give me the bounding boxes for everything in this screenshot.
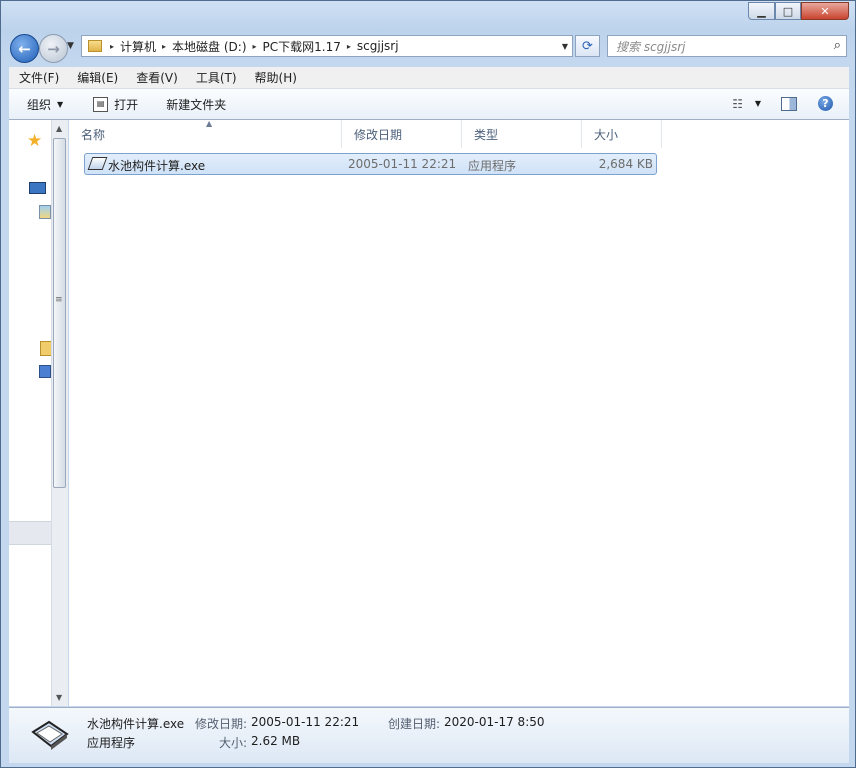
network-icon[interactable] — [39, 365, 51, 378]
change-view-icon[interactable]: ☷ — [732, 97, 743, 111]
favorites-star-icon[interactable]: ★ — [27, 131, 42, 151]
search-placeholder: 搜索 scgjjsrj — [616, 39, 686, 54]
new-folder-button[interactable]: 新建文件夹 — [166, 96, 226, 113]
menu-edit[interactable]: 编辑(E) — [67, 69, 126, 86]
breadcrumb-computer[interactable]: 计算机 — [114, 38, 162, 55]
file-type: 应用程序 — [468, 159, 517, 173]
back-button[interactable]: ← — [10, 34, 39, 63]
arrow-left-icon: ← — [18, 39, 31, 58]
refresh-button[interactable]: ⟳ — [575, 35, 600, 57]
details-pane: 水池构件计算.exe 应用程序 修改日期: 2005-01-11 22:21 大… — [9, 707, 849, 763]
menu-file[interactable]: 文件(F) — [9, 69, 67, 86]
address-dropdown-icon[interactable]: ▼ — [562, 42, 568, 51]
open-label: 打开 — [114, 97, 139, 112]
open-icon: ▤ — [93, 96, 109, 112]
details-modified-label: 修改日期: — [195, 717, 248, 731]
menu-bar: 文件(F) 编辑(E) 查看(V) 工具(T) 帮助(H) — [9, 67, 849, 89]
libraries-icon[interactable] — [39, 205, 51, 219]
column-header-size[interactable]: 大小 — [582, 120, 662, 148]
column-header-modified[interactable]: 修改日期 — [342, 120, 462, 148]
details-file-name: 水池构件计算.exe — [87, 717, 185, 731]
chevron-down-icon: ▼ — [57, 99, 64, 109]
breadcrumb-current-folder[interactable]: scgjjsrj — [351, 39, 405, 53]
details-created-label: 创建日期: — [388, 717, 441, 731]
search-input[interactable]: 搜索 scgjjsrj ⌕ — [607, 35, 847, 57]
details-modified-value: 2005-01-11 22:21 — [251, 715, 360, 729]
preview-pane-icon[interactable] — [781, 97, 797, 111]
scroll-thumb[interactable] — [53, 138, 66, 488]
command-bar: 组织 ▼ ▤ 打开 新建文件夹 ☷ ▼ ? — [9, 89, 849, 120]
application-large-icon — [31, 720, 69, 750]
file-name: 水池构件计算.exe — [108, 159, 206, 173]
file-modified: 2005-01-11 22:21 — [348, 157, 457, 171]
close-button[interactable]: ✕ — [801, 2, 849, 20]
menu-view[interactable]: 查看(V) — [126, 69, 186, 86]
file-row[interactable]: 水池构件计算.exe 2005-01-11 22:21 应用程序 2,684 K… — [84, 153, 657, 175]
forward-button[interactable]: → — [39, 34, 68, 63]
refresh-icon: ⟳ — [582, 38, 593, 54]
menu-help[interactable]: 帮助(H) — [245, 69, 305, 86]
breadcrumb-drive-d[interactable]: 本地磁盘 (D:) — [166, 38, 252, 55]
arrow-right-icon: → — [47, 39, 60, 58]
search-icon[interactable]: ⌕ — [834, 38, 841, 53]
column-header-type[interactable]: 类型 — [462, 120, 582, 148]
file-size: 2,684 KB — [598, 157, 653, 171]
column-modified-label: 修改日期 — [354, 127, 403, 142]
sort-ascending-icon: ▲ — [206, 119, 213, 128]
nav-selected-item[interactable] — [9, 521, 51, 545]
help-icon[interactable]: ? — [818, 96, 833, 111]
nav-scrollbar[interactable]: ▲ ≡ ▼ — [51, 120, 68, 706]
minimize-button[interactable]: ▁ — [748, 2, 775, 20]
column-size-label: 大小 — [594, 127, 619, 142]
address-bar[interactable]: ▸ 计算机 ▸ 本地磁盘 (D:) ▸ PC下载网1.17 ▸ scgjjsrj… — [81, 35, 573, 57]
recent-pages-dropdown[interactable]: ▼ — [67, 41, 74, 51]
window-controls: ▁ □ ✕ — [748, 2, 849, 20]
organize-label: 组织 — [27, 97, 52, 112]
application-icon — [87, 157, 108, 170]
explorer-window: ▁ □ ✕ ← → ▼ ▸ 计算机 ▸ 本地磁盘 (D:) ▸ PC下载网1.1… — [0, 0, 856, 768]
details-file-type: 应用程序 — [87, 736, 136, 750]
breadcrumb-folder-pc[interactable]: PC下载网1.17 — [257, 38, 347, 55]
organize-button[interactable]: 组织 ▼ — [27, 96, 63, 113]
scroll-down-icon[interactable]: ▼ — [56, 693, 62, 702]
folder-icon — [88, 40, 102, 52]
maximize-button[interactable]: □ — [775, 2, 801, 20]
details-size-label: 大小: — [219, 736, 248, 750]
details-size-value: 2.62 MB — [251, 734, 301, 748]
column-name-label: 名称 — [81, 127, 106, 142]
view-options-dropdown[interactable]: ▼ — [755, 99, 761, 108]
scroll-grip-icon: ≡ — [55, 295, 63, 305]
file-list: 名称 ▲ 修改日期 类型 大小 水池构件计算.exe 2005-01-11 22… — [69, 119, 849, 706]
desktop-icon[interactable] — [29, 182, 46, 194]
column-type-label: 类型 — [474, 127, 499, 142]
menu-tools[interactable]: 工具(T) — [186, 69, 245, 86]
open-button[interactable]: ▤ 打开 — [93, 96, 138, 113]
new-folder-label: 新建文件夹 — [166, 97, 227, 112]
details-created-value: 2020-01-17 8:50 — [444, 715, 545, 729]
scroll-up-icon[interactable]: ▲ — [56, 124, 62, 133]
column-header-name[interactable]: 名称 ▲ — [69, 119, 342, 148]
